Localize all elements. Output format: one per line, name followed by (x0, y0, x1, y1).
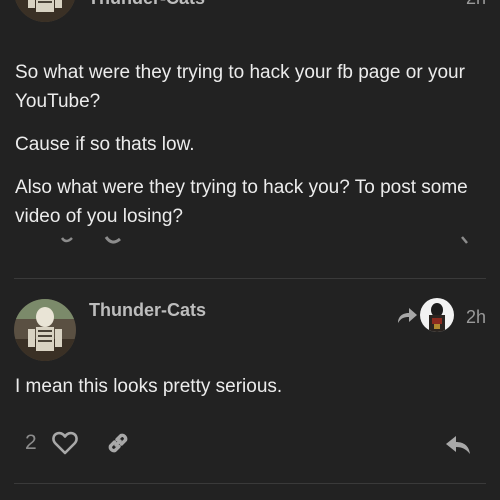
post-divider (14, 483, 486, 484)
avatar[interactable] (14, 299, 76, 361)
post-body: I mean this looks pretty serious. (15, 372, 485, 415)
post-paragraph: So what were they trying to hack your fb… (15, 62, 465, 112)
post-paragraph: Cause if so thats low. (15, 134, 195, 155)
heart-icon[interactable] (52, 431, 78, 455)
post: Thunder-Cats 2h I mean this looks pretty… (0, 279, 500, 500)
username[interactable]: Thunder-Cats (89, 300, 206, 321)
reply-icon[interactable] (444, 432, 472, 456)
post-body: So what were they trying to hack your fb… (15, 58, 485, 245)
link-icon[interactable] (104, 429, 132, 457)
avatar[interactable] (14, 0, 76, 22)
post-paragraph: I mean this looks pretty serious. (15, 376, 283, 397)
post-timestamp[interactable]: 2h (466, 0, 486, 9)
post-timestamp[interactable]: 2h (466, 307, 486, 328)
reply-to-avatar[interactable] (420, 298, 454, 332)
username[interactable]: Thunder-Cats (88, 0, 205, 9)
reply-to-arrow-icon[interactable] (396, 307, 418, 325)
post-paragraph: Also what were they trying to hack you? … (15, 177, 468, 227)
post: Thunder-Cats 2h So what were they trying… (0, 0, 500, 278)
like-count[interactable]: 2 (25, 431, 37, 455)
post-actions-clipped (0, 235, 500, 247)
